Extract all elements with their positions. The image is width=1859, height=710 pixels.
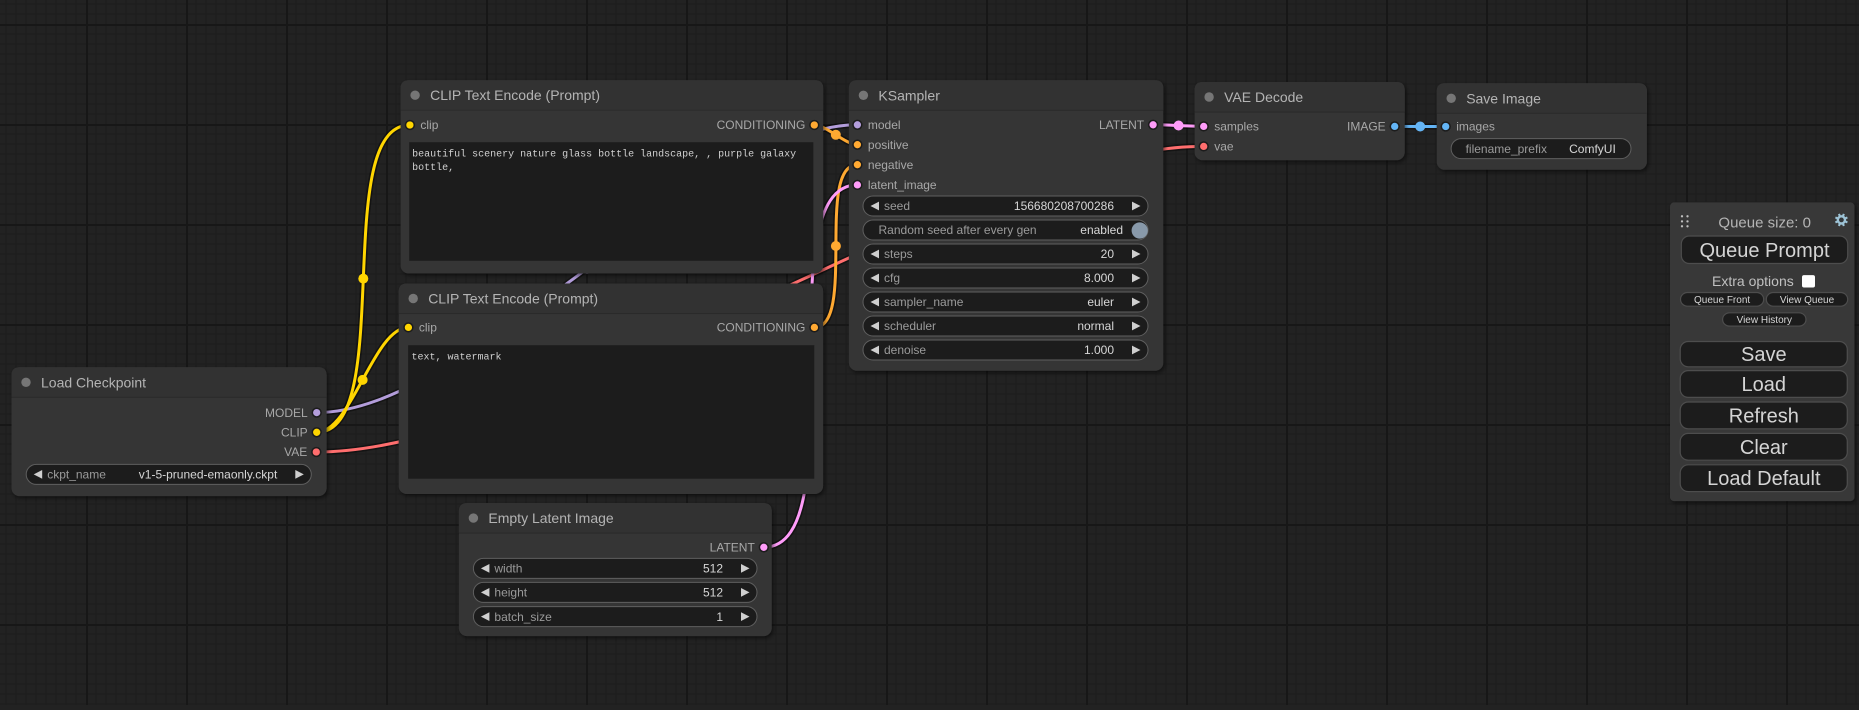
svg-text:CONDITIONING: CONDITIONING xyxy=(717,321,806,335)
svg-text:Load Checkpoint: Load Checkpoint xyxy=(41,374,146,390)
svg-text:bottle,: bottle, xyxy=(412,162,454,174)
svg-text:Extra options: Extra options xyxy=(1712,273,1794,289)
svg-text:Refresh: Refresh xyxy=(1729,405,1799,427)
svg-text:Load: Load xyxy=(1742,374,1787,396)
svg-text:width: width xyxy=(493,562,522,576)
svg-text:text, watermark: text, watermark xyxy=(412,351,502,363)
svg-text:IMAGE: IMAGE xyxy=(1347,120,1386,134)
svg-text:20: 20 xyxy=(1101,247,1115,261)
svg-text:View Queue: View Queue xyxy=(1780,295,1835,306)
svg-text:vae: vae xyxy=(1214,140,1234,154)
svg-text:latent_image: latent_image xyxy=(868,178,937,192)
svg-text:clip: clip xyxy=(419,321,437,335)
svg-text:scheduler: scheduler xyxy=(884,319,936,333)
svg-text:1: 1 xyxy=(716,610,723,624)
svg-text:VAE: VAE xyxy=(284,445,307,459)
svg-text:CLIP Text Encode (Prompt): CLIP Text Encode (Prompt) xyxy=(430,87,600,103)
svg-text:steps: steps xyxy=(884,247,913,261)
svg-text:View History: View History xyxy=(1737,315,1792,326)
svg-text:clip: clip xyxy=(420,118,438,132)
svg-text:8.000: 8.000 xyxy=(1084,271,1114,285)
svg-text:1.000: 1.000 xyxy=(1084,343,1114,357)
svg-text:v1-5-pruned-emaonly.ckpt: v1-5-pruned-emaonly.ckpt xyxy=(139,468,278,482)
svg-text:CLIP: CLIP xyxy=(281,426,308,440)
svg-text:samples: samples xyxy=(1214,120,1259,134)
svg-text:512: 512 xyxy=(703,586,723,600)
svg-text:Load Default: Load Default xyxy=(1707,468,1821,490)
svg-text:model: model xyxy=(868,118,901,132)
svg-text:enabled: enabled xyxy=(1080,223,1123,237)
svg-text:seed: seed xyxy=(884,199,910,213)
svg-text:cfg: cfg xyxy=(884,271,900,285)
svg-text:negative: negative xyxy=(868,158,914,172)
svg-text:Save: Save xyxy=(1741,344,1787,366)
svg-text:sampler_name: sampler_name xyxy=(884,295,964,309)
svg-text:filename_prefix: filename_prefix xyxy=(1466,142,1547,156)
svg-text:Empty Latent Image: Empty Latent Image xyxy=(488,510,614,526)
svg-text:KSampler: KSampler xyxy=(878,87,940,103)
svg-text:CLIP Text Encode (Prompt): CLIP Text Encode (Prompt) xyxy=(428,291,598,307)
svg-text:Clear: Clear xyxy=(1740,437,1788,459)
svg-text:LATENT: LATENT xyxy=(710,541,756,555)
svg-text:CONDITIONING: CONDITIONING xyxy=(717,118,806,132)
svg-text:euler: euler xyxy=(1087,295,1114,309)
svg-text:LATENT: LATENT xyxy=(1099,118,1145,132)
svg-text:Random seed after every gen: Random seed after every gen xyxy=(879,223,1037,237)
svg-text:512: 512 xyxy=(703,562,723,576)
svg-text:beautiful scenery nature glass: beautiful scenery nature glass bottle la… xyxy=(412,148,796,160)
svg-text:Save Image: Save Image xyxy=(1466,90,1541,106)
svg-text:ComfyUI: ComfyUI xyxy=(1569,142,1616,156)
svg-text:Queue Prompt: Queue Prompt xyxy=(1699,240,1830,262)
svg-text:MODEL: MODEL xyxy=(265,406,308,420)
svg-text:normal: normal xyxy=(1077,319,1114,333)
svg-text:height: height xyxy=(494,586,527,600)
svg-text:Queue Front: Queue Front xyxy=(1694,295,1750,306)
svg-text:positive: positive xyxy=(868,138,909,152)
svg-text:ckpt_name: ckpt_name xyxy=(47,468,106,482)
svg-text:VAE Decode: VAE Decode xyxy=(1224,89,1303,105)
svg-text:156680208700286: 156680208700286 xyxy=(1014,199,1114,213)
svg-text:batch_size: batch_size xyxy=(494,610,552,624)
svg-text:denoise: denoise xyxy=(884,343,926,357)
svg-text:images: images xyxy=(1456,120,1495,134)
svg-text:Queue size: 0: Queue size: 0 xyxy=(1718,214,1811,231)
